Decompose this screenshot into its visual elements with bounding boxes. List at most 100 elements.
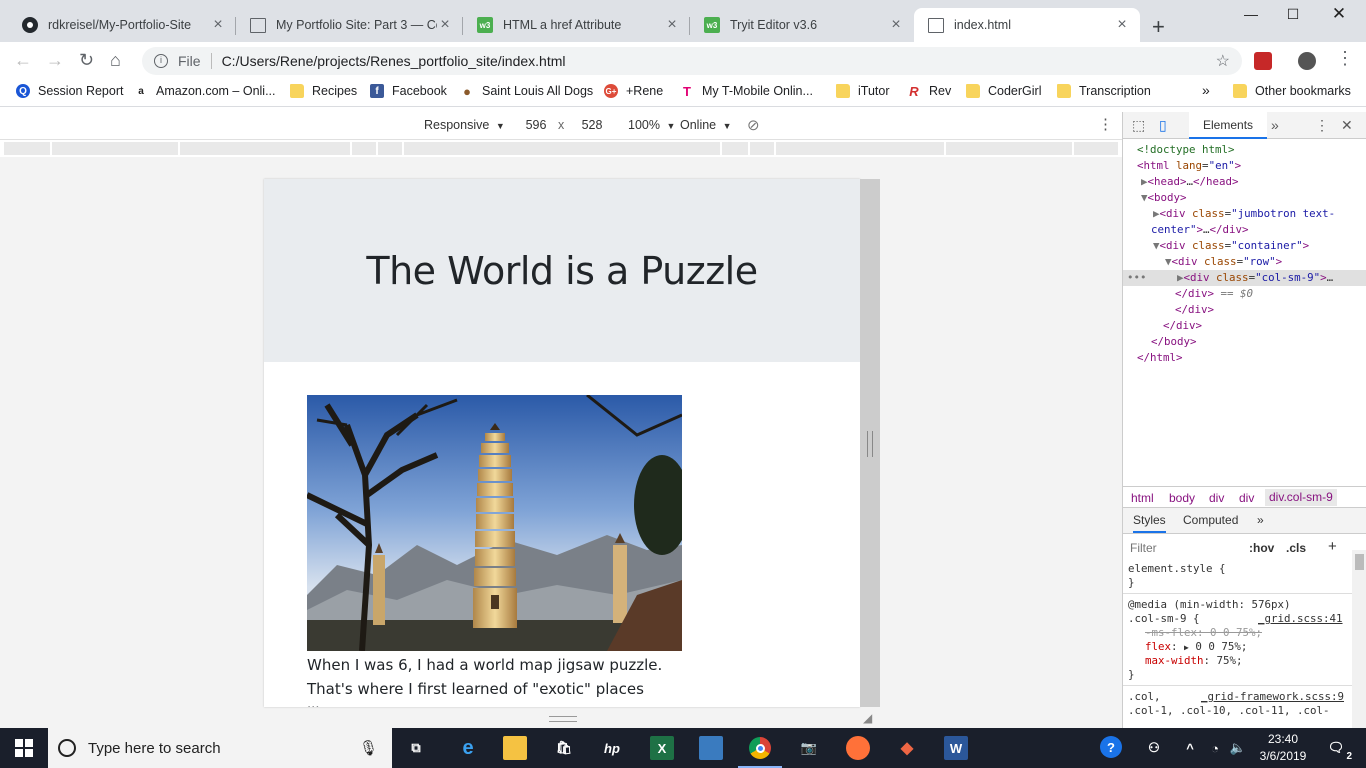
bookmark-star-icon[interactable]: ☆ xyxy=(1216,51,1230,71)
hover-state-toggle[interactable]: :hov xyxy=(1249,541,1274,555)
word-icon[interactable]: W xyxy=(944,736,968,760)
close-icon[interactable]: × xyxy=(888,16,904,34)
bookmark-transcription[interactable]: Transcription xyxy=(1057,84,1151,98)
close-devtools-icon[interactable]: ✕ xyxy=(1341,117,1353,134)
maximize-button[interactable]: ☐ xyxy=(1270,6,1316,23)
new-tab-button[interactable]: + xyxy=(1152,14,1165,40)
media-query-segment[interactable] xyxy=(352,142,378,155)
dom-col-node[interactable]: ▶<div class="col-sm-9">… xyxy=(1177,270,1333,286)
class-toggle[interactable]: .cls xyxy=(1286,541,1306,555)
media-query-segment[interactable] xyxy=(378,142,404,155)
tab-elements[interactable]: Elements xyxy=(1189,112,1268,139)
flex-property[interactable]: flex: ▶ 0 0 75%; xyxy=(1145,640,1247,655)
taskbar-search-box[interactable]: Type here to search 🎙 xyxy=(48,728,392,768)
element-style-rule[interactable]: element.style { xyxy=(1128,562,1226,576)
more-tabs-icon[interactable]: » xyxy=(1271,117,1279,133)
media-query-segment[interactable] xyxy=(4,142,52,155)
file-explorer-icon[interactable] xyxy=(503,736,527,760)
close-icon[interactable]: × xyxy=(664,16,680,34)
selector-list[interactable]: .col-1, .col-10, .col-11, .col- xyxy=(1128,704,1330,718)
more-panes-icon[interactable]: » xyxy=(1257,513,1264,527)
media-query-segment[interactable] xyxy=(750,142,776,155)
inspect-icon[interactable]: ⬚ xyxy=(1132,117,1145,134)
profile-avatar[interactable] xyxy=(1298,52,1316,70)
rule-selector[interactable]: .col-sm-9 { xyxy=(1128,612,1200,626)
crumb-body[interactable]: body xyxy=(1169,491,1195,505)
wifi-icon[interactable]: ◔ xyxy=(1203,736,1227,760)
bookmark-facebook[interactable]: f Facebook xyxy=(370,84,447,98)
tab-index-html[interactable]: index.html × xyxy=(914,8,1140,42)
camera-icon[interactable]: 📷 xyxy=(797,736,821,760)
devtools-menu-icon[interactable]: ⋮ xyxy=(1315,117,1329,134)
max-width-property[interactable]: max-width: 75%; xyxy=(1145,654,1243,668)
media-query-segment[interactable] xyxy=(52,142,180,155)
volume-icon[interactable]: 🔈 xyxy=(1226,736,1250,760)
media-query-segment[interactable] xyxy=(404,142,722,155)
add-rule-icon[interactable]: + xyxy=(1328,538,1337,555)
excel-icon[interactable]: X xyxy=(650,736,674,760)
scroll-thumb[interactable] xyxy=(1355,554,1364,570)
bookmark-tmobile[interactable]: T My T-Mobile Onlin... xyxy=(680,84,813,99)
media-query-segment[interactable] xyxy=(776,142,946,155)
dom-container-node[interactable]: ▼<div class="container"> xyxy=(1153,238,1309,254)
width-input[interactable]: 596 xyxy=(516,118,556,132)
task-view-icon[interactable]: ⧉ xyxy=(404,736,428,760)
zoom-dropdown[interactable]: 100% ▼ xyxy=(628,118,675,132)
extension-icon[interactable] xyxy=(1254,52,1272,70)
crumb-div[interactable]: div xyxy=(1239,491,1254,505)
firefox-icon[interactable] xyxy=(846,736,870,760)
minimize-button[interactable]: — xyxy=(1228,6,1274,22)
tab-styles[interactable]: Styles xyxy=(1133,513,1166,533)
bookmark-rev[interactable]: R Rev xyxy=(907,84,951,99)
close-window-button[interactable]: ✕ xyxy=(1316,4,1362,24)
network-dropdown[interactable]: Online ▼ xyxy=(680,118,732,132)
device-viewport[interactable]: The World is a Puzzle When I was 6, I ha… xyxy=(264,179,860,707)
media-query-bar[interactable] xyxy=(0,140,1122,157)
tab-html-href[interactable]: w3 HTML a href Attribute × xyxy=(463,8,690,42)
back-button[interactable]: ← xyxy=(14,50,32,71)
tab-portfolio-part3[interactable]: My Portfolio Site: Part 3 — Co × xyxy=(236,8,463,42)
tab-github[interactable]: rdkreisel/My-Portfolio-Site × xyxy=(8,8,236,42)
crumb-html[interactable]: html xyxy=(1131,491,1154,505)
home-button[interactable]: ⌂ xyxy=(110,50,121,71)
media-query-segment[interactable] xyxy=(180,142,352,155)
forward-button[interactable]: → xyxy=(46,50,64,71)
crumb-div[interactable]: div xyxy=(1209,491,1224,505)
device-toggle-icon[interactable]: ▯ xyxy=(1159,117,1167,134)
bookmark-google-plus[interactable]: G+ +Rene xyxy=(604,84,663,98)
styles-filter-input[interactable] xyxy=(1127,539,1239,557)
rotate-icon[interactable]: ⊘ xyxy=(747,116,760,134)
dom-html-node[interactable]: <html lang="en"> xyxy=(1137,158,1241,174)
tab-computed[interactable]: Computed xyxy=(1183,513,1238,527)
close-icon[interactable]: × xyxy=(1114,16,1130,34)
app-icon[interactable] xyxy=(699,736,723,760)
media-query-segment[interactable] xyxy=(946,142,1074,155)
bookmark-saint-louis-dogs[interactable]: ● Saint Louis All Dogs xyxy=(460,84,593,99)
styles-scrollbar[interactable] xyxy=(1352,550,1366,728)
source-link[interactable]: _grid-framework.scss:9 xyxy=(1201,690,1344,704)
source-link[interactable]: _grid.scss:41 xyxy=(1258,612,1343,626)
more-options-icon[interactable]: ⋮ xyxy=(1098,115,1113,133)
windows-start-icon[interactable] xyxy=(15,739,33,757)
dom-row-node[interactable]: ▼<div class="row"> xyxy=(1165,254,1282,270)
chrome-icon[interactable] xyxy=(738,736,782,768)
rule-selector[interactable]: .col, xyxy=(1128,690,1161,704)
bookmark-itutor[interactable]: iTutor xyxy=(836,84,890,98)
other-bookmarks[interactable]: Other bookmarks xyxy=(1233,84,1351,98)
tab-tryit-editor[interactable]: w3 Tryit Editor v3.6 × xyxy=(690,8,914,42)
height-input[interactable]: 528 xyxy=(572,118,612,132)
responsive-dropdown[interactable]: Responsive ▼ xyxy=(424,118,505,132)
dom-jumbotron-node[interactable]: ▶<div class="jumbotron text- xyxy=(1153,206,1335,222)
bookmark-amazon[interactable]: a Amazon.com – Onli... xyxy=(134,84,276,98)
dom-head-node[interactable]: ▶<head>…</head> xyxy=(1141,174,1239,190)
action-center-icon[interactable]: 🗨 2 xyxy=(1324,736,1352,762)
more-bookmarks-button[interactable]: » xyxy=(1202,82,1210,98)
store-icon[interactable]: 🛍 xyxy=(552,736,576,760)
url-text[interactable]: C:/Users/Rene/projects/Renes_portfolio_s… xyxy=(222,53,566,69)
edge-icon[interactable]: e xyxy=(456,736,480,760)
resize-handle-bottom[interactable] xyxy=(549,716,577,722)
system-clock[interactable]: 23:40 3/6/2019 xyxy=(1256,731,1310,765)
help-icon[interactable]: ? xyxy=(1100,736,1122,758)
close-icon[interactable]: × xyxy=(210,16,226,34)
media-query-segment[interactable] xyxy=(1074,142,1120,155)
